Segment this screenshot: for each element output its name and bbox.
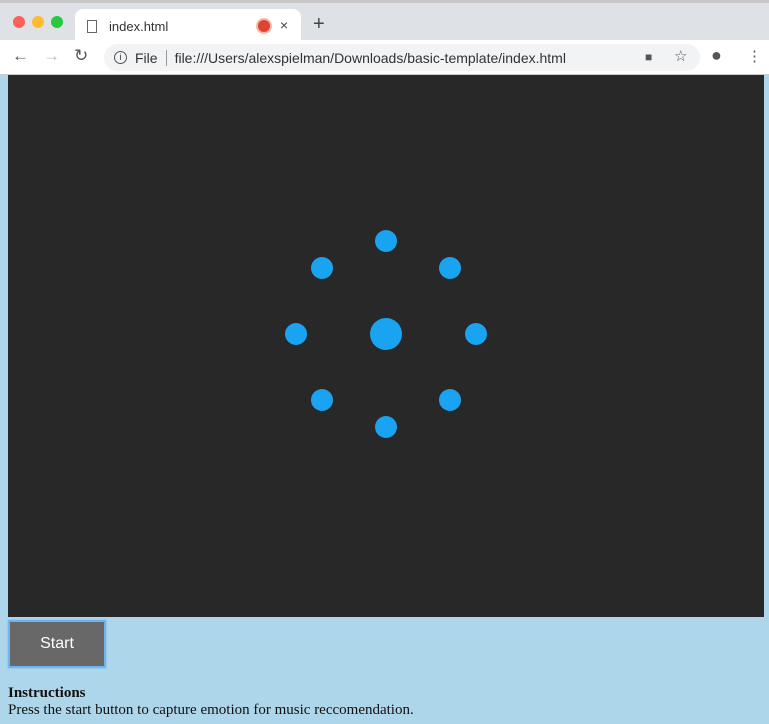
spinner-dot (375, 230, 397, 252)
reload-icon[interactable]: ↻ (74, 46, 88, 66)
instructions-title: Instructions (8, 685, 86, 701)
star-icon[interactable]: ☆ (674, 47, 687, 65)
spinner-dot (311, 257, 334, 280)
camera-icon[interactable]: ■ (645, 50, 652, 64)
minimize-window-button[interactable] (32, 16, 44, 28)
tab-title: index.html (109, 18, 169, 34)
spinner-dot (375, 416, 397, 438)
divider (165, 49, 167, 66)
spinner-dot (438, 388, 461, 411)
forward-icon[interactable]: → (43, 46, 60, 66)
spinner-dot (438, 257, 461, 280)
new-tab-button[interactable]: + (313, 13, 325, 36)
instructions-text: Press the start button to capture emotio… (8, 702, 414, 718)
start-button[interactable]: Start (8, 620, 106, 668)
url-text[interactable]: file:///Users/alexspielman/Downloads/bas… (175, 50, 566, 66)
back-icon[interactable]: ← (12, 46, 29, 66)
tab-index[interactable]: index.html × (75, 9, 301, 43)
scheme-label: File (135, 49, 158, 66)
address-bar[interactable]: i File file:///Users/alexspielman/Downlo… (104, 44, 700, 71)
spinner-dot (465, 323, 487, 345)
video-canvas (8, 75, 764, 617)
profile-icon[interactable]: ● (711, 45, 722, 66)
browser-toolbar: ← → ↻ i File file:///Users/alexspielman/… (0, 40, 769, 75)
spinner-center-dot (370, 318, 402, 350)
tab-close-button[interactable]: × (280, 17, 288, 33)
recording-icon (258, 20, 270, 32)
menu-icon[interactable]: ⋮ (747, 47, 762, 65)
spinner-dot (311, 388, 334, 411)
file-icon (87, 19, 97, 33)
maximize-window-button[interactable] (51, 16, 63, 28)
info-icon[interactable]: i (114, 51, 127, 64)
tab-bar: index.html × + (0, 0, 769, 43)
spinner-dot (285, 323, 307, 345)
close-window-button[interactable] (13, 16, 25, 28)
